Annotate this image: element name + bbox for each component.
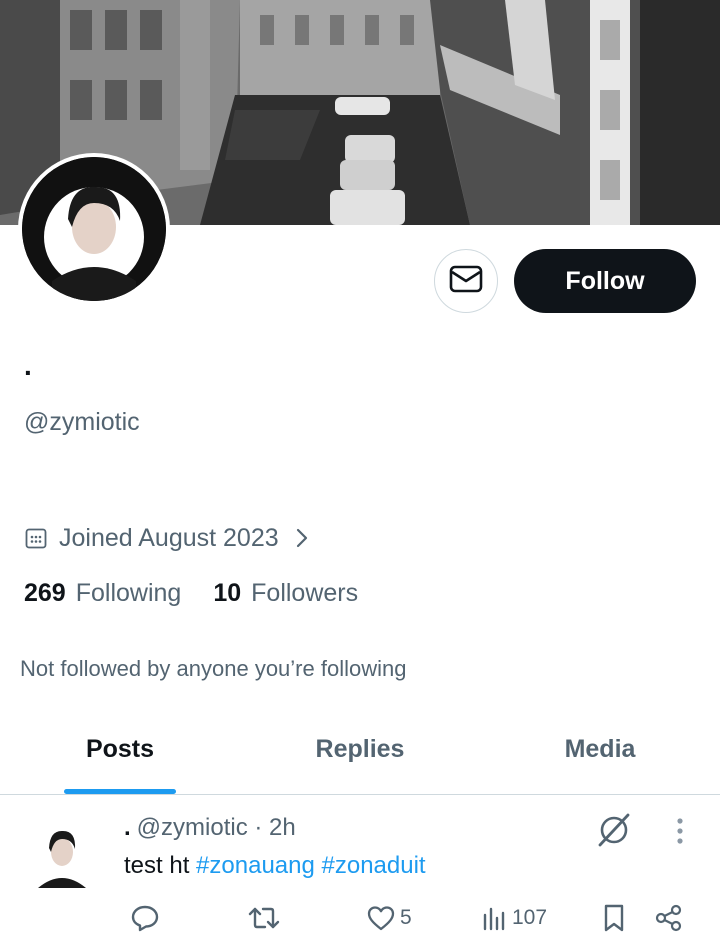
post-action-bar: 5 107 bbox=[0, 898, 720, 938]
followers-count: 10 bbox=[213, 579, 242, 607]
following-count: 269 bbox=[24, 579, 66, 607]
joined-date-row[interactable]: Joined August 2023 bbox=[24, 521, 309, 555]
grok-icon[interactable] bbox=[596, 812, 632, 848]
joined-date-text: Joined August 2023 bbox=[59, 523, 279, 552]
post-meta: @zymiotic · 2h bbox=[136, 814, 296, 841]
tab-posts-label: Posts bbox=[85, 735, 155, 763]
tab-posts[interactable]: Posts bbox=[0, 715, 240, 794]
following-stat[interactable]: 269 Following bbox=[24, 579, 181, 608]
share-icon bbox=[654, 903, 684, 933]
following-label: Following bbox=[75, 579, 182, 607]
post-header: . @zymiotic · 2h bbox=[124, 814, 296, 842]
views-icon bbox=[482, 905, 508, 931]
repost-button[interactable] bbox=[244, 898, 280, 938]
tab-replies[interactable]: Replies bbox=[240, 715, 480, 794]
repost-icon bbox=[248, 903, 280, 933]
bookmark-button[interactable] bbox=[598, 898, 626, 938]
profile-handle: @zymiotic bbox=[24, 408, 140, 436]
bookmark-icon bbox=[602, 903, 626, 933]
tab-media[interactable]: Media bbox=[480, 715, 720, 794]
followers-stat[interactable]: 10 Followers bbox=[213, 579, 358, 608]
post-text: test ht #zonauang #zonaduit bbox=[124, 852, 426, 880]
reply-button[interactable] bbox=[126, 898, 160, 938]
view-count: 107 bbox=[512, 906, 548, 929]
follow-stats: 269 Following 10 Followers bbox=[24, 579, 390, 608]
share-button[interactable] bbox=[650, 898, 684, 938]
like-icon bbox=[366, 904, 396, 932]
hashtag-link[interactable]: #zonauang bbox=[196, 852, 315, 879]
post-author-avatar[interactable] bbox=[34, 826, 90, 888]
chevron-right-icon[interactable] bbox=[295, 527, 309, 549]
calendar-icon bbox=[24, 526, 48, 550]
profile-avatar[interactable] bbox=[22, 157, 166, 301]
follow-button[interactable]: Follow bbox=[514, 249, 696, 313]
like-count: 5 bbox=[400, 906, 412, 929]
hashtag-link[interactable]: #zonaduit bbox=[322, 852, 426, 879]
more-vertical-icon[interactable] bbox=[670, 816, 690, 846]
post-body: test ht bbox=[124, 852, 197, 879]
mail-icon bbox=[449, 265, 483, 298]
post-author-name[interactable]: . bbox=[124, 814, 131, 841]
tab-replies-label: Replies bbox=[315, 735, 405, 763]
followers-label: Followers bbox=[251, 579, 359, 607]
not-followed-notice: Not followed by anyone you’re following bbox=[20, 656, 407, 681]
message-button[interactable] bbox=[434, 249, 498, 313]
views-button[interactable]: 107 bbox=[478, 898, 547, 938]
like-button[interactable]: 5 bbox=[362, 898, 412, 938]
reply-icon bbox=[130, 903, 160, 933]
active-tab-indicator bbox=[64, 789, 176, 794]
profile-tabs: Posts Replies Media bbox=[0, 715, 720, 795]
tab-media-label: Media bbox=[564, 735, 636, 763]
display-name: . bbox=[24, 350, 32, 381]
